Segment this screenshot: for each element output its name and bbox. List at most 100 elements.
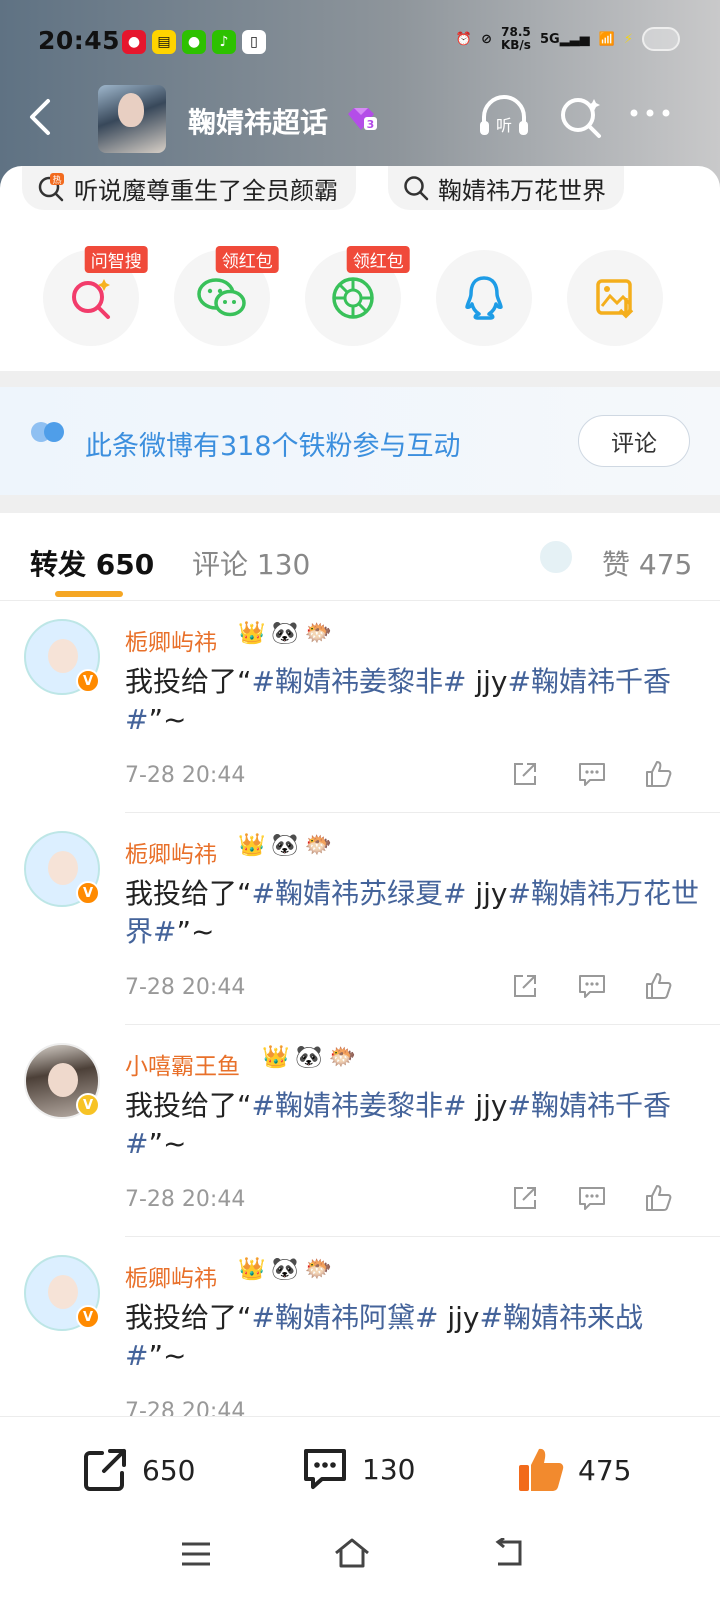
user-badges: 👑 🐼 🐡: [238, 833, 332, 858]
repost-icon[interactable]: [510, 971, 540, 1001]
save-image-button[interactable]: [567, 250, 663, 346]
divider: [0, 371, 720, 387]
comment-count: 130: [362, 1452, 416, 1486]
topic-link[interactable]: #鞠婧祎姜黎非#: [252, 1089, 467, 1122]
avatar[interactable]: V: [24, 619, 100, 695]
search-icon: [404, 176, 429, 201]
topic-link[interactable]: #鞠婧祎阿黛#: [252, 1301, 439, 1334]
bottom-repost-button[interactable]: 650: [80, 1445, 195, 1495]
text-suffix: ”~: [148, 1127, 187, 1160]
search-icon[interactable]: [558, 95, 604, 141]
search-chip-label: 鞠婧祎万花世界: [438, 176, 606, 205]
like-icon[interactable]: [643, 1183, 673, 1213]
interaction-tabs: 转发 650 评论 130 赞 475: [0, 513, 720, 601]
search-chip-label: 听说魔尊重生了全员颜霸: [74, 176, 338, 205]
user-badges: 👑 🐼 🐡: [262, 1045, 356, 1070]
listen-icon[interactable]: 听: [476, 95, 532, 139]
eye-off-icon: ⊘: [481, 31, 492, 47]
bottom-comment-button[interactable]: 130: [300, 1445, 415, 1493]
list-item[interactable]: V 栀卿屿祎 👑 🐼 🐡 我投给了“#鞠婧祎苏绿夏# jjy#鞠婧祎万花世界#”…: [0, 813, 720, 1025]
bottom-action-bar: 650 130 475: [0, 1416, 720, 1526]
comment-icon[interactable]: [576, 759, 608, 789]
username[interactable]: 栀卿屿祎: [125, 1259, 217, 1293]
alarm-icon: ⏰: [455, 31, 473, 47]
comment-icon[interactable]: [576, 971, 608, 1001]
wechat-share-button[interactable]: 领红包: [174, 246, 279, 346]
video-app-icon: ▤: [152, 30, 176, 54]
text-prefix: 我投给了“: [125, 1089, 252, 1122]
action-badge: 问智搜: [84, 246, 148, 273]
like-icon[interactable]: [643, 971, 673, 1001]
menu-icon[interactable]: [180, 1540, 212, 1568]
level-number: 3: [367, 118, 375, 131]
action-badge: 领红包: [215, 246, 279, 273]
supertopic-avatar[interactable]: [98, 85, 166, 153]
weibo-icon: ●: [122, 30, 146, 54]
repost-icon[interactable]: [510, 1183, 540, 1213]
list-item[interactable]: V 栀卿屿祎 👑 🐼 🐡 我投给了“#鞠婧祎姜黎非# jjy#鞠婧祎千香#”~ …: [0, 601, 720, 813]
svg-text:听: 听: [496, 116, 512, 135]
like-count: 475: [578, 1453, 632, 1487]
topic-link[interactable]: #鞠婧祎苏绿夏#: [252, 877, 467, 910]
text-prefix: 我投给了“: [125, 665, 252, 698]
repost-text: 我投给了“#鞠婧祎阿黛# jjy#鞠婧祎来战#”~: [125, 1299, 700, 1375]
repost-count: 650: [142, 1453, 196, 1487]
save-image-icon: [596, 279, 634, 319]
topic-link[interactable]: #鞠婧祎姜黎非#: [252, 665, 467, 698]
search-chip-1[interactable]: 热 听说魔尊重生了全员颜霸: [22, 166, 356, 210]
avatar[interactable]: V: [24, 1255, 100, 1331]
charging-icon: ⚡: [623, 31, 633, 47]
list-item[interactable]: V 栀卿屿祎 👑 🐼 🐡 我投给了“#鞠婧祎阿黛# jjy#鞠婧祎来战#”~ 7…: [0, 1237, 720, 1417]
search-chip-2[interactable]: 鞠婧祎万花世界: [388, 166, 624, 210]
file-app-icon: ▯: [242, 30, 266, 54]
repost-icon[interactable]: [510, 759, 540, 789]
fish-icon: 🐡: [328, 1045, 357, 1070]
like-icon[interactable]: [643, 759, 673, 789]
avatar[interactable]: V: [24, 1043, 100, 1119]
username[interactable]: 栀卿屿祎: [125, 835, 217, 869]
divider: [0, 495, 720, 513]
tab-likes[interactable]: 赞 475: [602, 543, 692, 583]
liked-thumb-icon: [519, 1448, 564, 1491]
moments-share-button[interactable]: 领红包: [305, 246, 410, 346]
back-nav-icon[interactable]: [490, 1538, 526, 1568]
wechat-icon: [197, 278, 246, 317]
verified-icon: V: [76, 881, 100, 905]
fish-icon: 🐡: [304, 833, 333, 858]
back-icon[interactable]: [26, 97, 56, 137]
comment-icon[interactable]: [576, 1183, 608, 1213]
status-right: ⏰ ⊘ 78.5 KB/s 5G▂▃▅ 📶 ⚡: [456, 26, 680, 52]
qq-share-button[interactable]: [436, 250, 532, 346]
text-mid: jjy: [466, 877, 508, 910]
home-icon[interactable]: [332, 1536, 372, 1570]
ai-search-button[interactable]: 问智搜: [43, 246, 148, 346]
system-nav-bar: [0, 1526, 720, 1608]
timestamp: 7-28 20:44: [125, 1399, 246, 1417]
timestamp: 7-28 20:44: [125, 1187, 246, 1212]
bottom-like-button[interactable]: 475: [516, 1445, 631, 1495]
text-suffix: ”~: [176, 915, 215, 948]
text-suffix: ”~: [148, 1339, 187, 1372]
repost-text: 我投给了“#鞠婧祎姜黎非# jjy#鞠婧祎千香#”~: [125, 663, 700, 739]
list-item[interactable]: V 小嘻霸王鱼 👑 🐼 🐡 我投给了“#鞠婧祎姜黎非# jjy#鞠婧祎千香#”~…: [0, 1025, 720, 1237]
panda-icon: 🐼: [271, 833, 299, 858]
notification-icons: ● ▤ ● ♪ ▯: [122, 30, 266, 54]
wifi-icon: 📶: [598, 31, 615, 47]
status-time: 20:45: [38, 26, 121, 55]
tab-reposts[interactable]: 转发 650: [30, 543, 154, 583]
repost-text: 我投给了“#鞠婧祎苏绿夏# jjy#鞠婧祎万花世界#”~: [125, 875, 700, 951]
timestamp: 7-28 20:44: [125, 975, 246, 1000]
page-title[interactable]: 鞠婧祎超话: [188, 101, 328, 141]
more-icon[interactable]: [628, 107, 672, 119]
repost-icon: [84, 1449, 126, 1491]
avatar[interactable]: V: [24, 831, 100, 907]
banner-comment-button[interactable]: 评论: [578, 415, 690, 467]
network-type: 5G: [539, 31, 560, 47]
crown-badge-icon: 👑: [238, 621, 266, 646]
repost-text: 我投给了“#鞠婧祎姜黎非# jjy#鞠婧祎千香#”~: [125, 1087, 700, 1163]
username[interactable]: 小嘻霸王鱼: [125, 1047, 240, 1081]
battery-icon: [642, 27, 680, 51]
text-prefix: 我投给了“: [125, 877, 252, 910]
tab-comments[interactable]: 评论 130: [192, 543, 310, 583]
username[interactable]: 栀卿屿祎: [125, 623, 217, 657]
